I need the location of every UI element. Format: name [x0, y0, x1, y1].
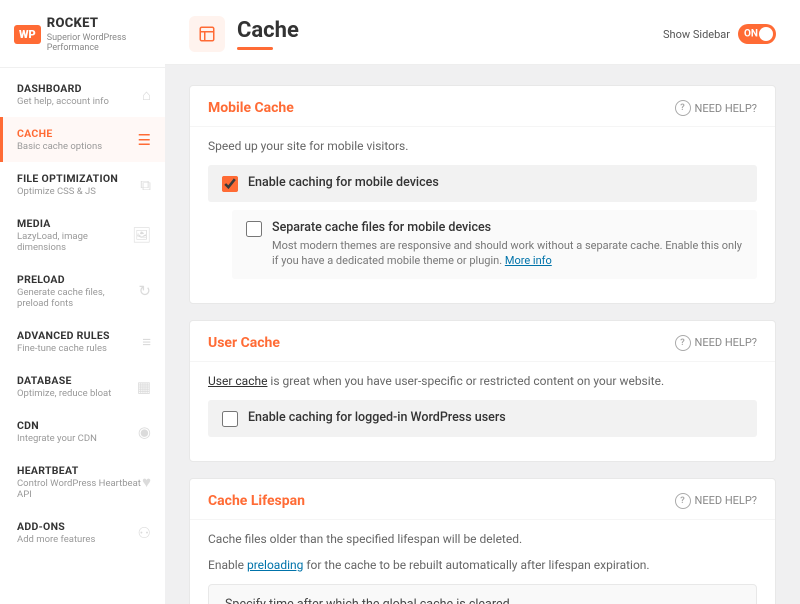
separate-cache-sublabel: Most modern themes are responsive and sh… [272, 238, 743, 269]
page-title: Cache [237, 18, 299, 43]
enable-mobile-caching-row: Enable caching for mobile devices [208, 165, 757, 202]
more-info-link[interactable]: More info [505, 254, 552, 267]
cache-lifespan-section: Cache Lifespan ? NEED HELP? Cache files … [189, 478, 776, 604]
cache-lifespan-desc2: Enable preloading for the cache to be re… [208, 558, 757, 572]
mobile-cache-title: Mobile Cache [208, 100, 294, 116]
mobile-cache-section: Mobile Cache ? NEED HELP? Speed up your … [189, 85, 776, 304]
sidebar-item-preload[interactable]: PRELOAD Generate cache files, preload fo… [0, 263, 165, 319]
sidebar-item-cdn[interactable]: CDN Integrate your CDN ◉ [0, 409, 165, 454]
logo-icon: WP [14, 25, 41, 44]
preloading-link[interactable]: preloading [247, 558, 303, 572]
sidebar-item-heartbeat[interactable]: HEARTBEAT Control WordPress Heartbeat AP… [0, 454, 165, 510]
separate-cache-row: Separate cache files for mobile devices … [232, 210, 757, 279]
enable-user-caching-row: Enable caching for logged-in WordPress u… [208, 400, 757, 437]
main-sections: Mobile Cache ? NEED HELP? Speed up your … [165, 65, 800, 604]
need-help-label: NEED HELP? [695, 102, 757, 115]
enable-mobile-caching-checkbox[interactable] [222, 176, 238, 192]
cache-lifespan-header: Cache Lifespan ? NEED HELP? [190, 479, 775, 520]
cdn-icon: ◉ [138, 423, 151, 441]
need-help-label-3: NEED HELP? [695, 494, 757, 507]
show-sidebar-label: Show Sidebar [663, 28, 730, 41]
enable-user-caching-checkbox[interactable] [222, 411, 238, 427]
need-help-icon-2: ? [675, 335, 691, 351]
mobile-cache-description: Speed up your site for mobile visitors. [208, 139, 757, 153]
sidebar-item-advanced-rules[interactable]: ADVANCED RULES Fine-tune cache rules ≡ [0, 319, 165, 364]
advanced-rules-icon: ≡ [142, 333, 151, 351]
lifespan-box-title: Specify time after which the global cach… [225, 597, 740, 604]
main-content-area: Cache Show Sidebar ON Mobile Cache ? NEE… [165, 0, 800, 604]
heartbeat-icon: ♥ [142, 473, 151, 491]
file-optimization-icon: ⧉ [140, 176, 151, 194]
user-cache-need-help[interactable]: ? NEED HELP? [675, 335, 757, 351]
sidebar-nav: DASHBOARD Get help, account info ⌂ CACHE… [0, 68, 165, 604]
show-sidebar-toggle[interactable]: ON [738, 24, 776, 44]
need-help-icon-3: ? [675, 493, 691, 509]
mobile-cache-body: Speed up your site for mobile visitors. … [190, 127, 775, 303]
user-cache-header: User Cache ? NEED HELP? [190, 321, 775, 362]
title-underline [237, 47, 273, 50]
sidebar-item-database[interactable]: DATABASE Optimize, reduce bloat ▦ [0, 364, 165, 409]
title-area: Cache [189, 16, 299, 52]
logo-tagline: Superior WordPress Performance [47, 33, 151, 53]
sidebar-item-cache[interactable]: CACHE Basic cache options ☰ [0, 117, 165, 162]
addons-icon: ⚇ [138, 524, 151, 542]
sidebar-item-file-optimization[interactable]: FILE OPTIMIZATION Optimize CSS & JS ⧉ [0, 162, 165, 207]
separate-cache-label: Separate cache files for mobile devices [272, 220, 743, 235]
cache-lifespan-body: Cache files older than the specified lif… [190, 520, 775, 604]
enable-mobile-caching-label: Enable caching for mobile devices [248, 175, 439, 190]
preload-icon: ↻ [138, 282, 151, 300]
user-cache-body: User cache is great when you have user-s… [190, 362, 775, 461]
user-cache-title: User Cache [208, 335, 280, 351]
cache-lifespan-need-help[interactable]: ? NEED HELP? [675, 493, 757, 509]
mobile-cache-need-help[interactable]: ? NEED HELP? [675, 100, 757, 116]
cache-page-icon [189, 16, 225, 52]
media-icon: 🖼 [132, 226, 151, 244]
user-cache-desc-suffix: is great when you have user-specific or … [267, 374, 664, 388]
dashboard-icon: ⌂ [142, 86, 151, 104]
database-icon: ▦ [137, 378, 151, 396]
need-help-label-2: NEED HELP? [695, 336, 757, 349]
cache-lifespan-desc1: Cache files older than the specified lif… [208, 532, 757, 546]
main-header: Cache Show Sidebar ON [165, 0, 800, 65]
cache-lifespan-title: Cache Lifespan [208, 493, 305, 509]
sidebar-logo: WP ROCKET Superior WordPress Performance [0, 0, 165, 68]
user-cache-description: User cache is great when you have user-s… [208, 374, 757, 388]
show-sidebar-control: Show Sidebar ON [663, 24, 776, 44]
toggle-on-label: ON [744, 29, 758, 40]
user-cache-link[interactable]: User cache [208, 374, 267, 388]
sidebar: WP ROCKET Superior WordPress Performance… [0, 0, 165, 604]
sidebar-item-addons[interactable]: ADD-ONS Add more features ⚇ [0, 510, 165, 555]
user-cache-section: User Cache ? NEED HELP? User cache is gr… [189, 320, 776, 462]
need-help-icon: ? [675, 100, 691, 116]
cache-icon: ☰ [138, 131, 151, 149]
logo-name: ROCKET [47, 16, 151, 31]
sidebar-item-media[interactable]: MEDIA LazyLoad, image dimensions 🖼 [0, 207, 165, 263]
enable-user-caching-label: Enable caching for logged-in WordPress u… [248, 410, 506, 425]
lifespan-box: Specify time after which the global cach… [208, 584, 757, 604]
mobile-cache-header: Mobile Cache ? NEED HELP? [190, 86, 775, 127]
separate-cache-checkbox[interactable] [246, 221, 262, 237]
sidebar-item-dashboard[interactable]: DASHBOARD Get help, account info ⌂ [0, 72, 165, 117]
